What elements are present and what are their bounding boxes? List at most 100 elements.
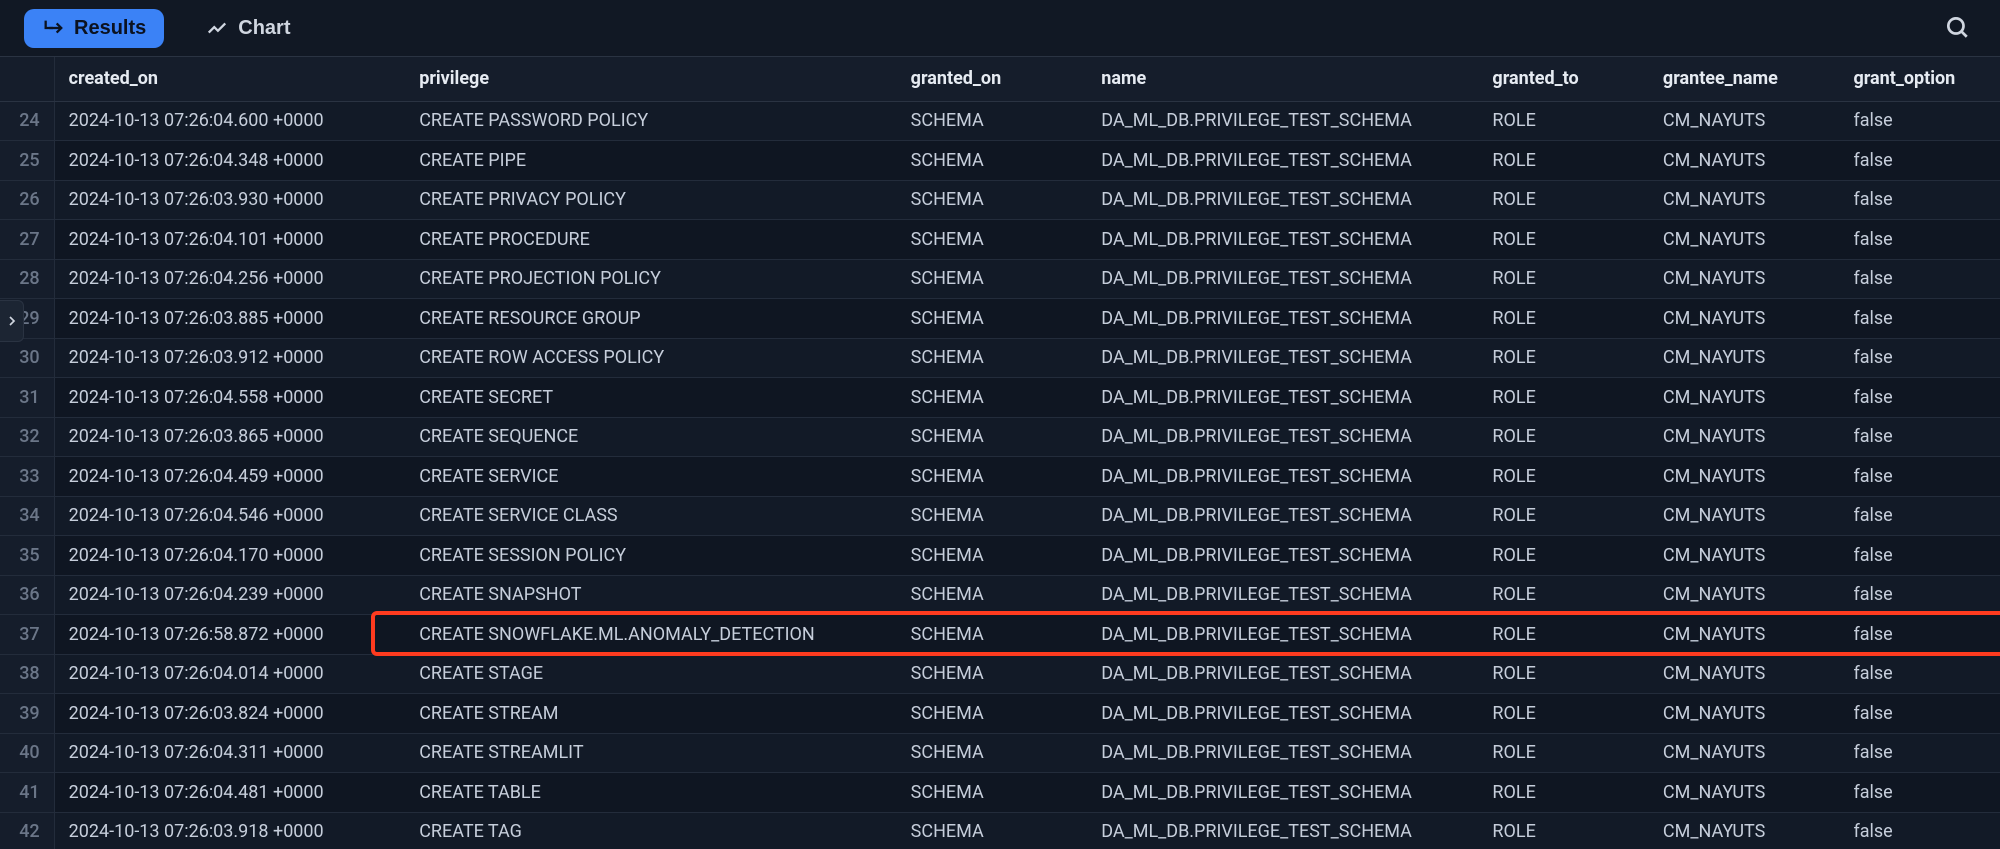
cell-created-on: 2024-10-13 07:26:03.918 +0000 — [54, 812, 405, 849]
cell-granted-on: SCHEMA — [897, 694, 1088, 734]
cell-grantee-name: CM_NAYUTS — [1649, 141, 1840, 181]
col-header-granted-to[interactable]: granted_to — [1478, 57, 1649, 101]
search-button[interactable] — [1938, 8, 1976, 49]
table-row[interactable]: 282024-10-13 07:26:04.256 +0000CREATE PR… — [0, 259, 2000, 299]
cell-rownum: 33 — [0, 457, 54, 497]
tab-chart[interactable]: Chart — [188, 9, 308, 48]
table-row[interactable]: 292024-10-13 07:26:03.885 +0000CREATE RE… — [0, 299, 2000, 339]
cell-granted-on: SCHEMA — [897, 299, 1088, 339]
cell-created-on: 2024-10-13 07:26:58.872 +0000 — [54, 615, 405, 655]
cell-granted-on: SCHEMA — [897, 259, 1088, 299]
cell-grant-option: false — [1839, 417, 2000, 457]
table-row[interactable]: 402024-10-13 07:26:04.311 +0000CREATE ST… — [0, 733, 2000, 773]
cell-grantee-name: CM_NAYUTS — [1649, 733, 1840, 773]
cell-rownum: 28 — [0, 259, 54, 299]
cell-grantee-name: CM_NAYUTS — [1649, 654, 1840, 694]
cell-granted-to: ROLE — [1478, 101, 1649, 141]
cell-granted-to: ROLE — [1478, 299, 1649, 339]
cell-name: DA_ML_DB.PRIVILEGE_TEST_SCHEMA — [1087, 378, 1478, 418]
col-header-grant-option[interactable]: grant_option — [1839, 57, 2000, 101]
cell-grant-option: false — [1839, 694, 2000, 734]
cell-created-on: 2024-10-13 07:26:04.558 +0000 — [54, 378, 405, 418]
table-row[interactable]: 392024-10-13 07:26:03.824 +0000CREATE ST… — [0, 694, 2000, 734]
cell-rownum: 36 — [0, 575, 54, 615]
col-header-privilege[interactable]: privilege — [405, 57, 896, 101]
cell-grantee-name: CM_NAYUTS — [1649, 220, 1840, 260]
cell-rownum: 37 — [0, 615, 54, 655]
cell-created-on: 2024-10-13 07:26:04.256 +0000 — [54, 259, 405, 299]
table-row[interactable]: 262024-10-13 07:26:03.930 +0000CREATE PR… — [0, 180, 2000, 220]
cell-granted-to: ROLE — [1478, 141, 1649, 181]
cell-privilege: CREATE SEQUENCE — [405, 417, 896, 457]
cell-privilege: CREATE PRIVACY POLICY — [405, 180, 896, 220]
cell-privilege: CREATE PIPE — [405, 141, 896, 181]
cell-grantee-name: CM_NAYUTS — [1649, 575, 1840, 615]
cell-grantee-name: CM_NAYUTS — [1649, 496, 1840, 536]
results-table: created_on privilege granted_on name gra… — [0, 57, 2000, 849]
table-row[interactable]: 252024-10-13 07:26:04.348 +0000CREATE PI… — [0, 141, 2000, 181]
table-row[interactable]: 352024-10-13 07:26:04.170 +0000CREATE SE… — [0, 536, 2000, 576]
tab-results[interactable]: Results — [24, 9, 164, 48]
table-row[interactable]: 362024-10-13 07:26:04.239 +0000CREATE SN… — [0, 575, 2000, 615]
table-row[interactable]: 332024-10-13 07:26:04.459 +0000CREATE SE… — [0, 457, 2000, 497]
cell-name: DA_ML_DB.PRIVILEGE_TEST_SCHEMA — [1087, 496, 1478, 536]
table-row[interactable]: 322024-10-13 07:26:03.865 +0000CREATE SE… — [0, 417, 2000, 457]
cell-grantee-name: CM_NAYUTS — [1649, 259, 1840, 299]
cell-grant-option: false — [1839, 101, 2000, 141]
cell-grant-option: false — [1839, 575, 2000, 615]
cell-granted-on: SCHEMA — [897, 575, 1088, 615]
table-row[interactable]: 372024-10-13 07:26:58.872 +0000CREATE SN… — [0, 615, 2000, 655]
cell-name: DA_ML_DB.PRIVILEGE_TEST_SCHEMA — [1087, 773, 1478, 813]
cell-rownum: 42 — [0, 812, 54, 849]
cell-name: DA_ML_DB.PRIVILEGE_TEST_SCHEMA — [1087, 694, 1478, 734]
cell-grant-option: false — [1839, 259, 2000, 299]
table-row[interactable]: 242024-10-13 07:26:04.600 +0000CREATE PA… — [0, 101, 2000, 141]
cell-granted-on: SCHEMA — [897, 536, 1088, 576]
cell-created-on: 2024-10-13 07:26:04.170 +0000 — [54, 536, 405, 576]
cell-privilege: CREATE SNAPSHOT — [405, 575, 896, 615]
cell-granted-on: SCHEMA — [897, 180, 1088, 220]
cell-grant-option: false — [1839, 654, 2000, 694]
cell-grant-option: false — [1839, 496, 2000, 536]
cell-granted-to: ROLE — [1478, 417, 1649, 457]
toolbar: Results Chart — [0, 0, 2000, 56]
col-header-granted-on[interactable]: granted_on — [897, 57, 1088, 101]
tab-results-label: Results — [74, 17, 146, 40]
expand-sidebar-handle[interactable] — [0, 300, 24, 342]
cell-privilege: CREATE SERVICE — [405, 457, 896, 497]
col-header-name[interactable]: name — [1087, 57, 1478, 101]
cell-privilege: CREATE SESSION POLICY — [405, 536, 896, 576]
cell-grant-option: false — [1839, 615, 2000, 655]
table-row[interactable]: 312024-10-13 07:26:04.558 +0000CREATE SE… — [0, 378, 2000, 418]
tab-chart-label: Chart — [238, 17, 290, 40]
cell-grant-option: false — [1839, 220, 2000, 260]
cell-rownum: 39 — [0, 694, 54, 734]
table-row[interactable]: 342024-10-13 07:26:04.546 +0000CREATE SE… — [0, 496, 2000, 536]
cell-granted-to: ROLE — [1478, 378, 1649, 418]
table-row[interactable]: 412024-10-13 07:26:04.481 +0000CREATE TA… — [0, 773, 2000, 813]
table-row[interactable]: 272024-10-13 07:26:04.101 +0000CREATE PR… — [0, 220, 2000, 260]
cell-created-on: 2024-10-13 07:26:03.912 +0000 — [54, 338, 405, 378]
cell-privilege: CREATE TAG — [405, 812, 896, 849]
col-header-grantee-name[interactable]: grantee_name — [1649, 57, 1840, 101]
cell-grantee-name: CM_NAYUTS — [1649, 536, 1840, 576]
cell-name: DA_ML_DB.PRIVILEGE_TEST_SCHEMA — [1087, 338, 1478, 378]
cell-privilege: CREATE PASSWORD POLICY — [405, 101, 896, 141]
results-table-wrap: created_on privilege granted_on name gra… — [0, 56, 2000, 849]
cell-granted-to: ROLE — [1478, 220, 1649, 260]
cell-granted-to: ROLE — [1478, 457, 1649, 497]
cell-grant-option: false — [1839, 536, 2000, 576]
cell-privilege: CREATE SECRET — [405, 378, 896, 418]
table-row[interactable]: 382024-10-13 07:26:04.014 +0000CREATE ST… — [0, 654, 2000, 694]
cell-name: DA_ML_DB.PRIVILEGE_TEST_SCHEMA — [1087, 733, 1478, 773]
table-row[interactable]: 302024-10-13 07:26:03.912 +0000CREATE RO… — [0, 338, 2000, 378]
cell-name: DA_ML_DB.PRIVILEGE_TEST_SCHEMA — [1087, 299, 1478, 339]
cell-created-on: 2024-10-13 07:26:04.101 +0000 — [54, 220, 405, 260]
search-icon — [1944, 14, 1970, 40]
col-header-rownum[interactable] — [0, 57, 54, 101]
cell-granted-to: ROLE — [1478, 536, 1649, 576]
col-header-created-on[interactable]: created_on — [54, 57, 405, 101]
cell-granted-on: SCHEMA — [897, 457, 1088, 497]
cell-granted-on: SCHEMA — [897, 378, 1088, 418]
table-row[interactable]: 422024-10-13 07:26:03.918 +0000CREATE TA… — [0, 812, 2000, 849]
